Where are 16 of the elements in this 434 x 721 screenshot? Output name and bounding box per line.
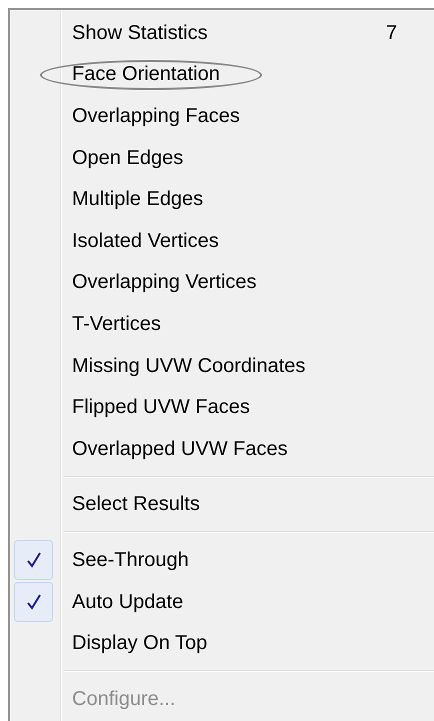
menu-item[interactable]: Display On Top xyxy=(72,628,208,658)
menu-item[interactable]: Missing UVW Coordinates xyxy=(72,350,306,381)
menu-item[interactable]: Face Orientation xyxy=(72,59,220,90)
menu-item[interactable]: Overlapping Vertices xyxy=(72,267,257,298)
menu-item[interactable]: Open Edges xyxy=(72,142,184,173)
menu-item[interactable]: Overlapped UVW Faces xyxy=(72,434,288,464)
menu-item[interactable]: Multiple Edges xyxy=(72,184,204,214)
menu-item[interactable]: T-Vertices xyxy=(72,308,161,339)
menu-item[interactable]: Auto Update xyxy=(72,586,184,617)
menu-item[interactable]: Overlapping Faces xyxy=(72,100,240,131)
menu-item[interactable]: Flipped UVW Faces xyxy=(72,392,250,422)
menu-item[interactable]: Select Results xyxy=(72,489,200,520)
menu-item[interactable]: Show Statistics xyxy=(72,18,208,48)
menu-item[interactable]: See-Through xyxy=(72,544,189,575)
menu-item[interactable]: Isolated Vertices xyxy=(72,226,219,256)
shortcut-key: 7 xyxy=(386,18,398,48)
